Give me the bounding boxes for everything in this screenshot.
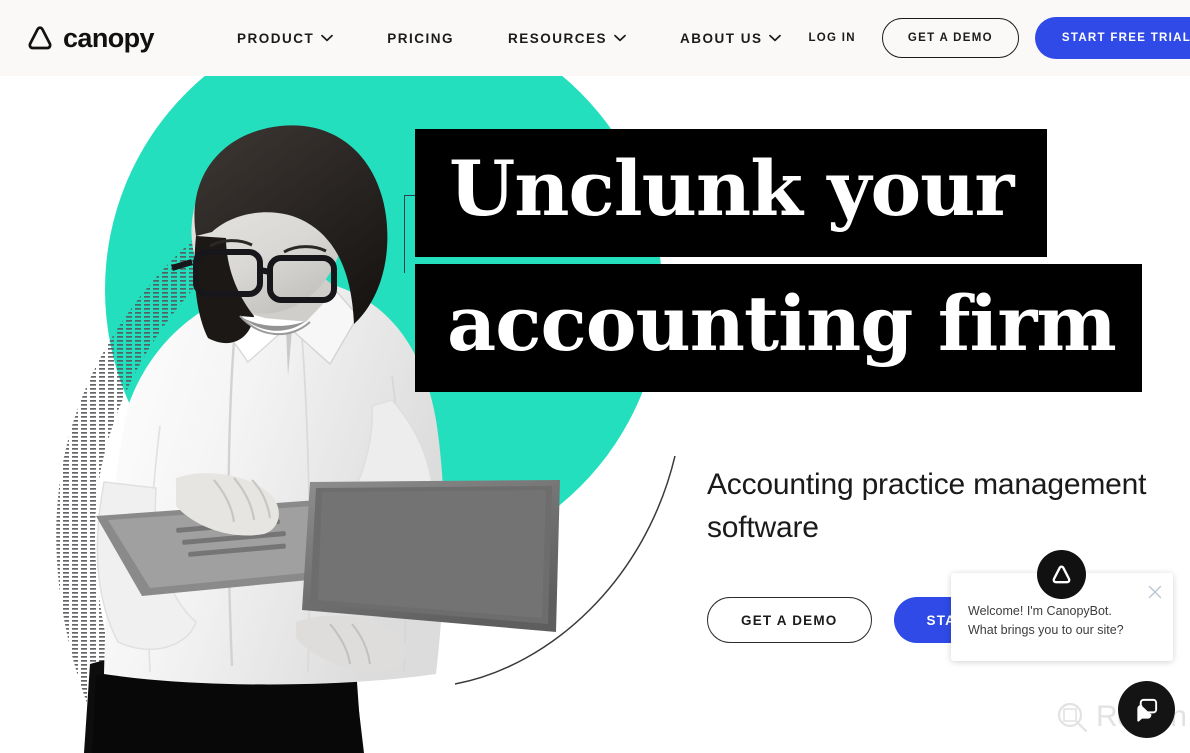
nav-item-resources-label: RESOURCES (507, 30, 607, 46)
close-icon[interactable] (1146, 583, 1164, 601)
hero-headline: Unclunk your accounting firm (415, 129, 1142, 392)
chatbot-message-text: Welcome! I'm CanopyBot. What brings you … (968, 604, 1124, 638)
chevron-down-icon (614, 34, 626, 42)
login-link[interactable]: LOG IN (808, 32, 855, 44)
nav-item-product-label: PRODUCT (236, 30, 315, 46)
canopy-logo-text: canopy (63, 22, 155, 53)
get-a-demo-button-hero[interactable]: GET A DEMO (707, 597, 872, 643)
nav-item-pricing[interactable]: PRICING (360, 31, 481, 46)
headline-line-2: accounting firm (415, 264, 1142, 392)
chevron-down-icon (769, 34, 782, 42)
chevron-down-icon (321, 34, 334, 42)
chatbot-avatar (1037, 550, 1086, 599)
nav-item-resources[interactable]: RESOURCES (481, 31, 653, 46)
nav-links: PRODUCT PRICING RESOURCES ABOUT US (210, 31, 809, 46)
chat-bubble-icon (1137, 698, 1158, 722)
nav-item-about-us[interactable]: ABOUT US (653, 31, 809, 46)
chat-launcher-button[interactable] (1118, 681, 1175, 738)
nav-actions: LOG IN GET A DEMO START FREE TRIAL (808, 17, 1190, 59)
canopy-logo[interactable]: canopy (26, 22, 155, 53)
headline-line-1: Unclunk your (415, 129, 1048, 257)
start-free-trial-button-nav[interactable]: START FREE TRIAL (1034, 17, 1190, 59)
get-a-demo-button-nav[interactable]: GET A DEMO (881, 18, 1019, 58)
canopy-triangle-logo-icon (28, 26, 52, 50)
nav-item-product[interactable]: PRODUCT (210, 31, 360, 46)
top-navigation-bar: canopy PRODUCT PRICING RESOURCES ABOUT U… (0, 0, 1190, 76)
nav-item-about-us-label: ABOUT US (679, 30, 763, 46)
hero-subheadline: Accounting practice management software (707, 468, 1147, 544)
canopybot-avatar-icon (1052, 565, 1071, 584)
nav-item-pricing-label: PRICING (387, 30, 454, 46)
